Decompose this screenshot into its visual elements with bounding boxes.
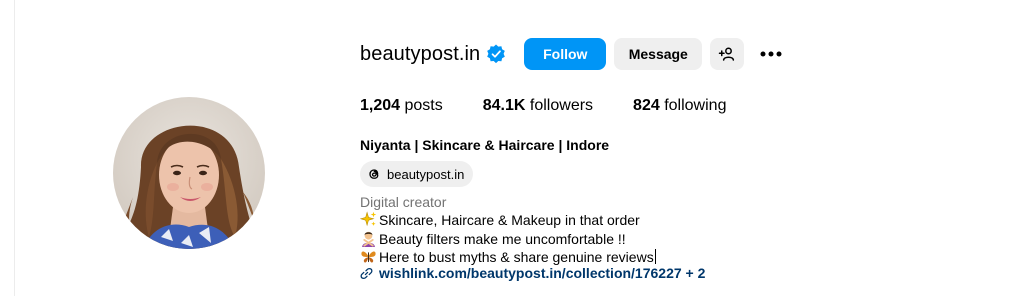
bio-text: Skincare, Haircare & Makeup in that orde… — [379, 211, 640, 228]
stat-value: 1,204 — [360, 97, 401, 114]
verified-badge-icon — [486, 44, 506, 64]
threads-icon — [366, 166, 382, 182]
suggested-accounts-button[interactable] — [710, 38, 745, 70]
profile-header: beautypost.in Follow Message — [360, 36, 784, 72]
bio-line: Here to bust myths & share genuine revie… — [360, 248, 656, 265]
follow-button[interactable]: Follow — [524, 38, 607, 70]
woman-gesturing-no-icon — [360, 230, 377, 247]
username: beautypost.in — [360, 42, 481, 65]
bio-text: Here to bust myths & share genuine revie… — [379, 248, 654, 265]
sidebar-divider — [14, 0, 15, 296]
more-dots-icon — [760, 51, 782, 57]
stat-followers[interactable]: 84.1K followers — [483, 97, 593, 115]
threads-handle: beautypost.in — [387, 166, 465, 182]
stat-label: followers — [529, 97, 594, 114]
bio-link-extra: + 2 — [681, 265, 706, 281]
text-cursor — [654, 249, 656, 264]
link-icon — [360, 267, 373, 280]
full-name: Niyanta | Skincare & Haircare | Indore — [360, 137, 610, 153]
sparkles-icon — [360, 211, 377, 228]
stat-posts: 1,204 posts — [360, 97, 443, 115]
stat-following[interactable]: 824 following — [633, 97, 726, 115]
bio-link-text: wishlink.com/beautypost.in/collection/17… — [379, 265, 682, 281]
profile-stats: 1,204 posts 84.1K followers 824 followin… — [360, 97, 766, 115]
stat-value: 824 — [633, 97, 660, 114]
more-options-button[interactable] — [758, 38, 784, 70]
category-label: Digital creator — [360, 194, 447, 210]
message-button[interactable]: Message — [614, 38, 703, 70]
bio-line: Beauty filters make me uncomfortable !! — [360, 230, 626, 247]
bio-text: Beauty filters make me uncomfortable !! — [379, 230, 626, 247]
avatar[interactable] — [113, 97, 265, 249]
threads-badge[interactable]: beautypost.in — [360, 161, 474, 187]
bio-link[interactable]: wishlink.com/beautypost.in/collection/17… — [360, 265, 705, 281]
stat-label: following — [664, 97, 727, 114]
add-user-icon — [718, 45, 736, 63]
bio-line: Skincare, Haircare & Makeup in that orde… — [360, 211, 640, 228]
butterfly-icon — [360, 248, 377, 265]
stat-value: 84.1K — [482, 97, 526, 114]
stat-label: posts — [404, 97, 443, 114]
